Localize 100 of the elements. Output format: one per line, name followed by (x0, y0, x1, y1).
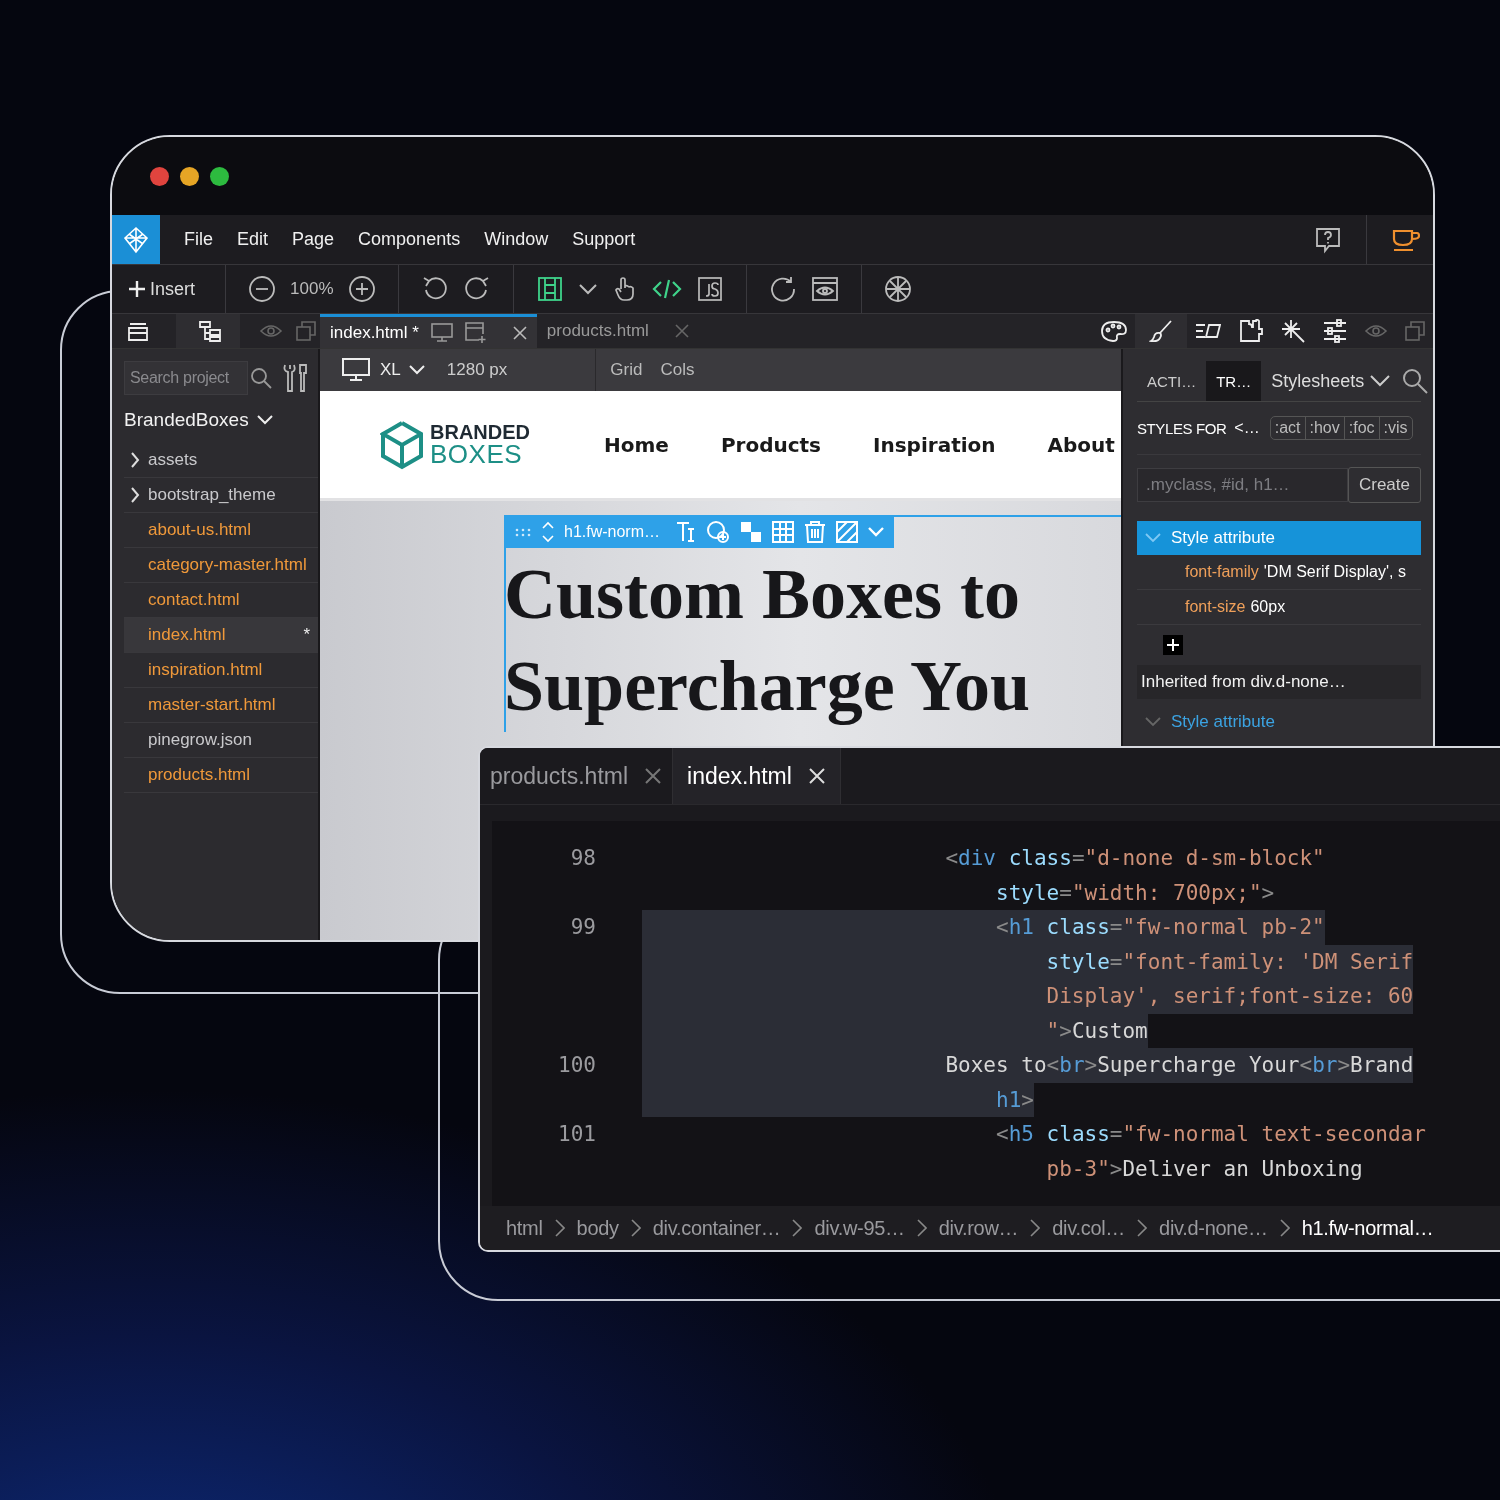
puzzle-icon[interactable] (1239, 319, 1263, 343)
copy-icon[interactable] (1405, 321, 1425, 341)
menu-item[interactable]: Components (346, 229, 473, 250)
editor-tab[interactable]: index.html (673, 748, 841, 804)
monitor-icon[interactable] (342, 358, 370, 382)
page-heading: Custom Boxes to (504, 553, 1021, 636)
project-entry[interactable]: about-us.html (124, 513, 318, 548)
nav-link[interactable]: Products (720, 432, 822, 457)
state-toggle[interactable]: :foc (1343, 417, 1379, 439)
project-selector[interactable]: BrandedBoxes (124, 395, 273, 443)
palette-icon[interactable] (1101, 320, 1127, 342)
brush-icon[interactable] (1149, 319, 1173, 343)
search-icon[interactable] (1402, 368, 1429, 394)
editor-tab[interactable]: index.html * (320, 314, 537, 348)
preview-icon[interactable] (810, 275, 839, 303)
chevron-icon (130, 487, 140, 503)
style-property[interactable]: font-family 'DM Serif Display', s (1137, 555, 1421, 590)
copy-icon[interactable] (296, 321, 316, 341)
caret-icon[interactable] (577, 282, 598, 296)
menu-item[interactable]: Page (280, 229, 347, 250)
target-element: <… (1234, 419, 1260, 437)
eye-icon[interactable] (260, 324, 282, 338)
refresh-icon[interactable] (768, 275, 797, 303)
hatch-icon[interactable] (836, 520, 859, 543)
selector-field[interactable]: .myclass, #id, h1… (1137, 468, 1348, 502)
menu-item[interactable]: Support (560, 229, 648, 250)
layout-icon[interactable] (535, 275, 564, 303)
project-entry[interactable]: pinegrow.json (124, 723, 318, 758)
close-dot[interactable] (150, 166, 169, 186)
code-line: style="width: 700px;"> (995, 879, 1275, 907)
chevron-icon (916, 1219, 927, 1237)
tools-icon[interactable] (282, 363, 310, 393)
breadcrumb-item[interactable]: div.w-95… (814, 1216, 905, 1240)
close-icon[interactable] (512, 325, 527, 340)
trash-icon[interactable] (804, 520, 827, 543)
project-entry[interactable]: bootstrap_theme (124, 478, 318, 513)
breadcrumb-item[interactable]: body (576, 1216, 619, 1240)
up-down-icon[interactable] (542, 519, 554, 544)
caret-icon (1370, 375, 1391, 387)
panel-tab[interactable]: TR… (1206, 361, 1262, 401)
sliders-icon[interactable] (1323, 319, 1347, 343)
add-window-icon[interactable] (464, 321, 487, 344)
script-file-icon[interactable] (695, 275, 724, 303)
nav-link[interactable]: Home (604, 432, 669, 457)
editor-tab[interactable]: products.html (536, 314, 699, 348)
text-lines-icon[interactable] (1195, 322, 1221, 340)
minimize-dot[interactable] (180, 166, 199, 186)
breadcrumb-item[interactable]: div.row… (938, 1216, 1019, 1240)
menu-item[interactable]: File (172, 229, 225, 250)
chevron-icon (554, 1219, 565, 1237)
code-icon[interactable] (651, 277, 682, 301)
rule-header[interactable]: Style attribute (1137, 705, 1421, 739)
state-toggle[interactable]: :act (1270, 417, 1305, 439)
page-heading: Supercharge You (504, 645, 1032, 728)
search-icon[interactable] (250, 367, 272, 389)
grid-icon[interactable] (772, 520, 795, 543)
squares-icon[interactable] (740, 520, 763, 543)
project-entry[interactable]: products.html (124, 758, 318, 793)
add-circle-icon[interactable] (706, 519, 731, 544)
zoom-out-icon[interactable] (248, 275, 277, 303)
nav-link[interactable]: Inspiration (873, 432, 996, 457)
tree-icon[interactable] (198, 319, 222, 343)
device-selector[interactable]: XL (380, 360, 425, 380)
project-entry[interactable]: assets (124, 443, 318, 478)
wheel-icon[interactable] (883, 275, 912, 303)
insert-button[interactable]: Insert (120, 274, 204, 304)
project-entry[interactable]: category-master.html (124, 548, 318, 583)
breadcrumb-item[interactable]: html (506, 1216, 543, 1240)
view-toggle[interactable]: Cols (660, 360, 695, 380)
stylesheets-dropdown[interactable]: Stylesheets (1261, 370, 1403, 392)
style-property[interactable]: font-size 60px (1137, 590, 1421, 625)
project-entry[interactable]: index.html * (124, 618, 318, 653)
zoom-in-icon[interactable] (347, 275, 376, 303)
panel-tab[interactable]: ACTI… (1137, 361, 1207, 401)
add-property-button[interactable] (1163, 635, 1183, 655)
breadcrumb-item[interactable]: div.col… (1052, 1216, 1126, 1240)
sparkle-icon[interactable] (1281, 319, 1305, 343)
breadcrumb-item[interactable]: h1.fw-normal… (1301, 1216, 1434, 1240)
app-logo[interactable] (112, 215, 160, 264)
search-field[interactable]: Search project (124, 361, 248, 395)
create-button[interactable]: Create (1347, 467, 1421, 503)
eye-icon[interactable] (1365, 324, 1387, 338)
view-toggle[interactable]: Grid (610, 360, 643, 380)
text-cursor-icon[interactable] (676, 520, 697, 543)
nav-link[interactable]: About (1047, 432, 1115, 457)
menu-item[interactable]: Window (472, 229, 561, 250)
breadcrumb-item[interactable]: div.d-none… (1159, 1216, 1268, 1240)
chevron-icon (1145, 717, 1161, 727)
state-toggle[interactable]: :hov (1304, 417, 1344, 439)
project-entry[interactable]: inspiration.html (124, 653, 318, 688)
project-entry[interactable]: master-start.html (124, 688, 318, 723)
menu-item[interactable]: Edit (225, 229, 281, 250)
box-logo-icon (380, 419, 424, 470)
help-icon[interactable] (1314, 225, 1342, 254)
line-number: 100 (558, 1053, 596, 1078)
zoom-dot[interactable] (210, 166, 229, 186)
drag-handle-icon[interactable] (514, 526, 532, 537)
state-toggle[interactable]: :vis (1378, 417, 1412, 439)
breadcrumb-item[interactable]: div.container… (652, 1216, 781, 1240)
caret-icon (256, 415, 273, 425)
